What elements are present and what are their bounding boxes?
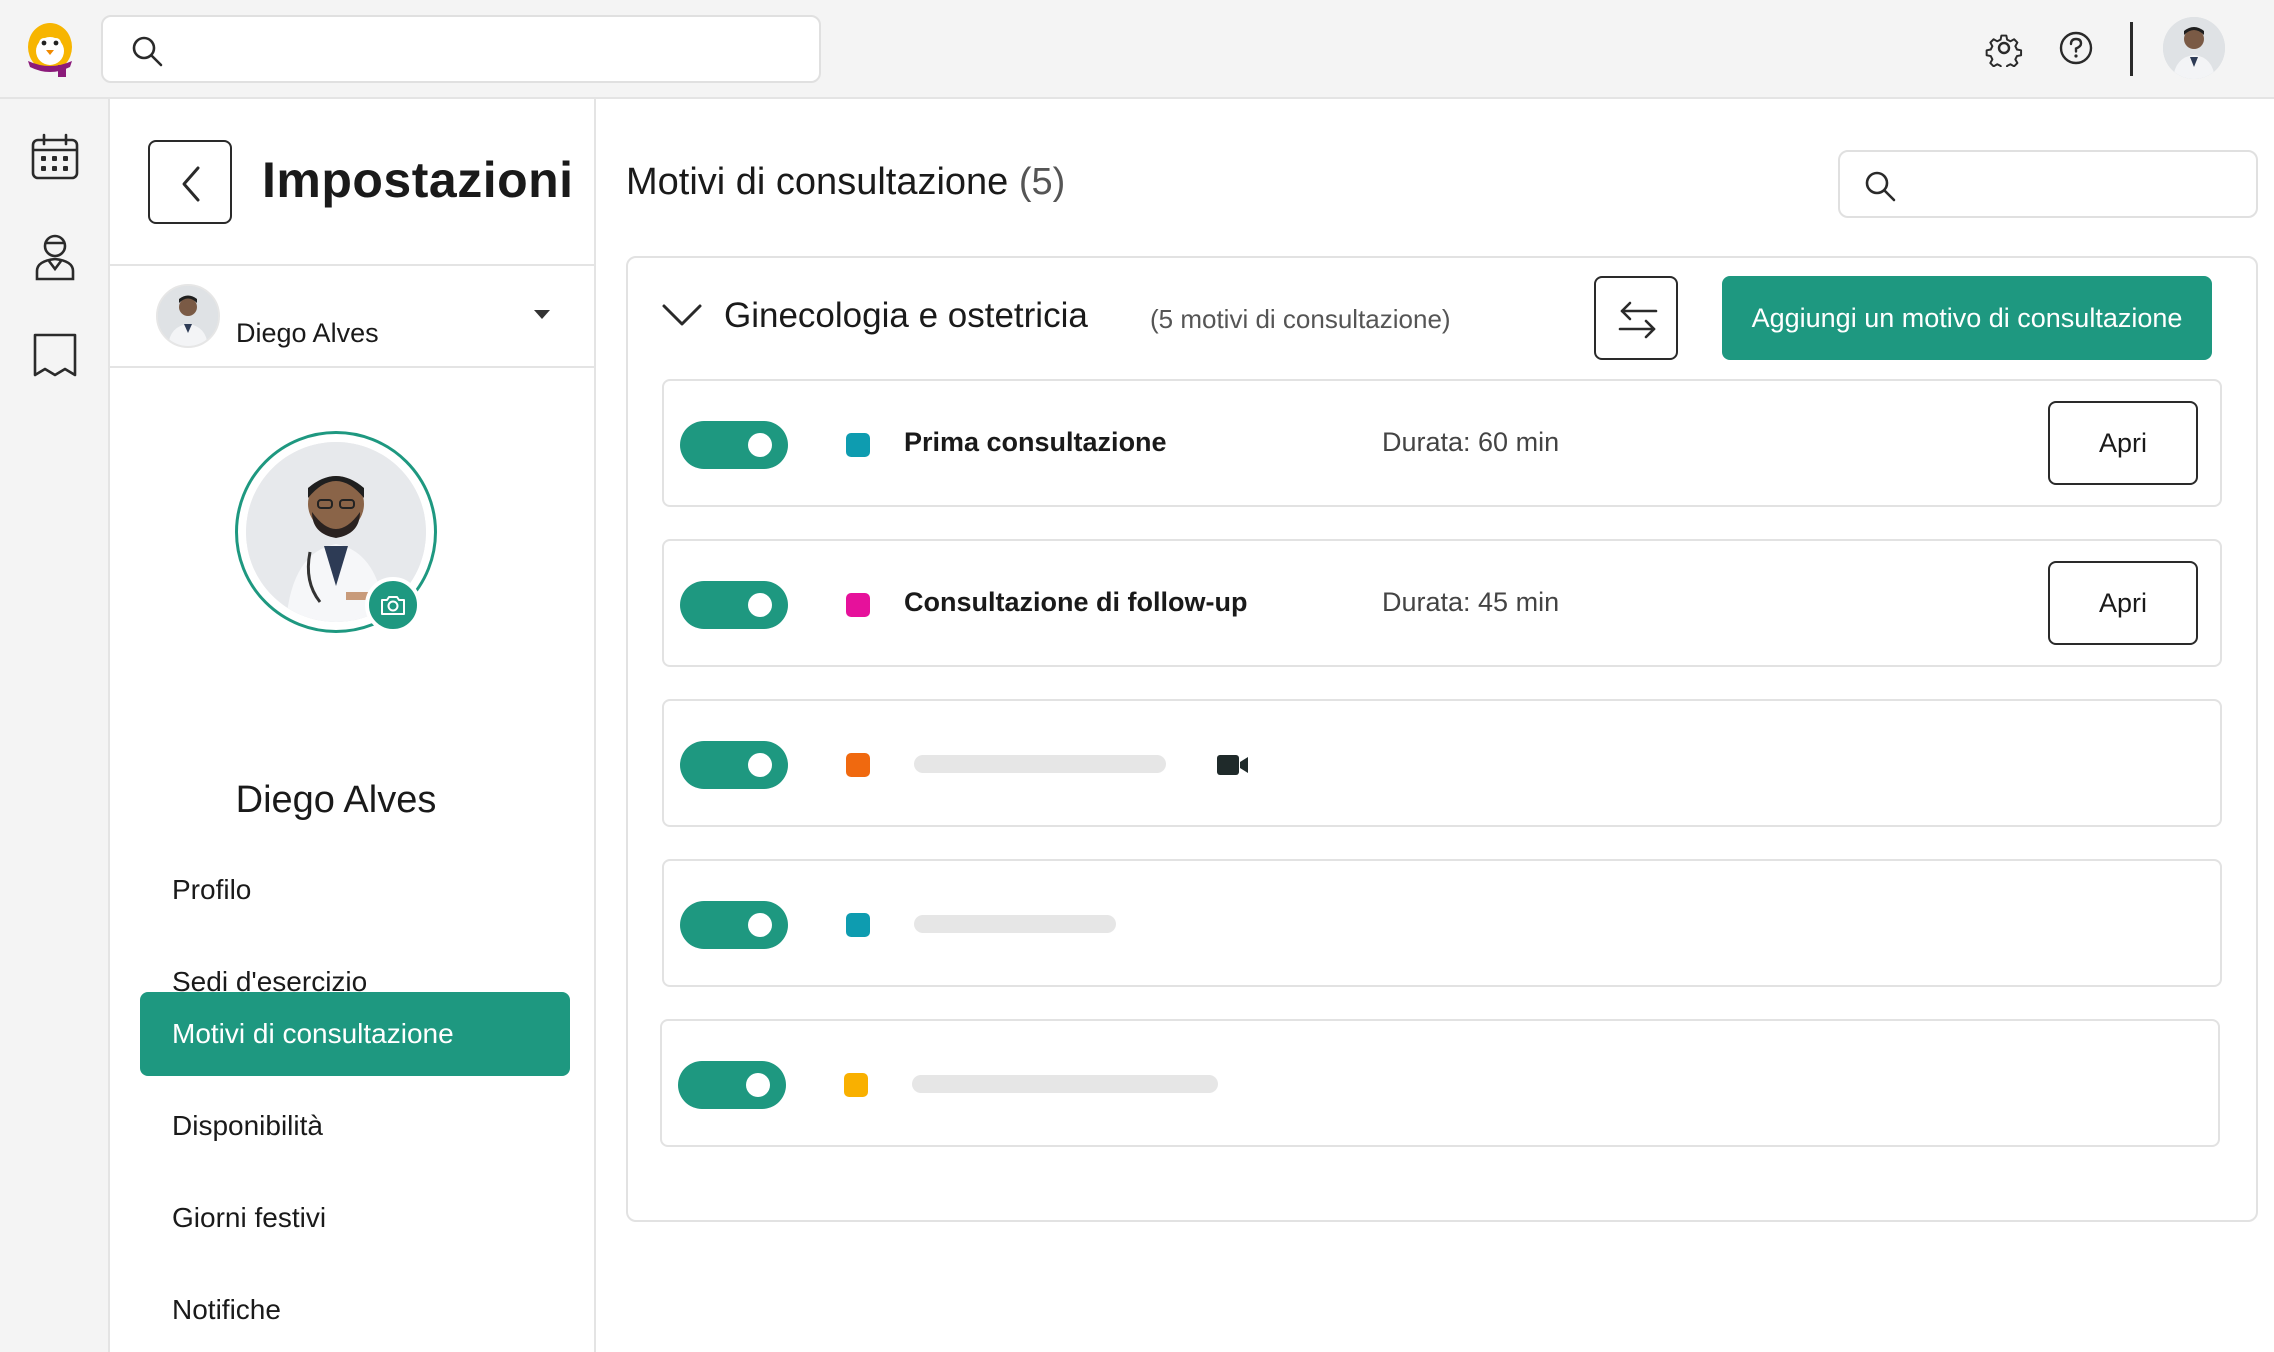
doctor-icon[interactable] bbox=[29, 230, 81, 282]
settings-title: Impostazioni bbox=[262, 152, 574, 208]
skeleton-label bbox=[912, 1075, 1218, 1093]
selected-user-avatar bbox=[156, 284, 220, 348]
reason-label: Prima consultazione bbox=[904, 427, 1167, 457]
chevron-down-icon bbox=[534, 310, 550, 319]
color-dot bbox=[844, 1073, 868, 1097]
reasons-search-box[interactable] bbox=[1838, 150, 2258, 218]
camera-icon[interactable] bbox=[365, 577, 421, 633]
toggle-knob bbox=[748, 913, 772, 937]
enable-toggle[interactable] bbox=[680, 901, 788, 949]
search-icon bbox=[1862, 168, 1898, 204]
toggle-knob bbox=[748, 433, 772, 457]
video-camera-icon bbox=[1216, 753, 1250, 782]
page-title-count: (5) bbox=[1018, 161, 1066, 203]
toggle-knob bbox=[746, 1073, 770, 1097]
global-search-input[interactable] bbox=[183, 27, 803, 73]
top-bar-divider bbox=[2130, 22, 2133, 76]
app-logo[interactable] bbox=[18, 17, 82, 79]
book-icon[interactable] bbox=[29, 329, 81, 381]
toggle-knob bbox=[748, 593, 772, 617]
reason-duration: Durata: 45 min bbox=[1382, 587, 1560, 617]
open-button[interactable]: Apri bbox=[2048, 561, 2198, 645]
group-count: (5 motivi di consultazione) bbox=[1150, 304, 1451, 334]
user-selector[interactable]: Diego Alves bbox=[156, 284, 576, 354]
menu-item-notifiche[interactable]: Notifiche bbox=[140, 1268, 570, 1352]
calendar-icon[interactable] bbox=[29, 132, 81, 184]
skeleton-label bbox=[914, 915, 1116, 933]
color-dot bbox=[846, 433, 870, 457]
divider bbox=[110, 264, 596, 266]
gear-icon[interactable] bbox=[1985, 29, 2023, 71]
reasons-search-input[interactable] bbox=[1912, 162, 2242, 208]
page-title: Motivi di consultazione (5) bbox=[626, 161, 1065, 204]
settings-panel: Impostazioni Diego Alves Diego Alves Pro… bbox=[110, 99, 596, 1352]
toggle-knob bbox=[748, 753, 772, 777]
divider bbox=[110, 366, 596, 368]
profile-name: Diego Alves bbox=[235, 779, 437, 821]
user-avatar[interactable] bbox=[2163, 17, 2225, 79]
help-icon[interactable] bbox=[2057, 29, 2095, 67]
search-icon bbox=[129, 33, 165, 69]
main-content: Motivi di consultazione (5) Ginecologia … bbox=[596, 99, 2274, 1352]
reason-row bbox=[660, 1019, 2220, 1147]
left-nav-rail bbox=[0, 99, 110, 1352]
enable-toggle[interactable] bbox=[678, 1061, 786, 1109]
reason-row bbox=[662, 859, 2222, 987]
global-search-box[interactable] bbox=[101, 15, 821, 83]
back-button[interactable] bbox=[148, 140, 232, 224]
enable-toggle[interactable] bbox=[680, 581, 788, 629]
reason-row: Consultazione di follow-up Durata: 45 mi… bbox=[662, 539, 2222, 667]
menu-item-disponibilita[interactable]: Disponibilità bbox=[140, 1084, 570, 1168]
page-title-text: Motivi di consultazione bbox=[626, 161, 1009, 203]
reason-row: Prima consultazione Durata: 60 min Apri bbox=[662, 379, 2222, 507]
color-dot bbox=[846, 913, 870, 937]
menu-item-profilo[interactable]: Profilo bbox=[140, 848, 570, 932]
color-dot bbox=[846, 593, 870, 617]
reason-duration: Durata: 60 min bbox=[1382, 427, 1560, 457]
reason-label: Consultazione di follow-up bbox=[904, 587, 1248, 617]
menu-item-giorni-festivi[interactable]: Giorni festivi bbox=[140, 1176, 570, 1260]
color-dot bbox=[846, 753, 870, 777]
reason-row bbox=[662, 699, 2222, 827]
reorder-button[interactable] bbox=[1594, 276, 1678, 360]
enable-toggle[interactable] bbox=[680, 421, 788, 469]
open-button[interactable]: Apri bbox=[2048, 401, 2198, 485]
add-reason-button[interactable]: Aggiungi un motivo di consultazione bbox=[1722, 276, 2212, 360]
group-name: Ginecologia e ostetricia bbox=[724, 296, 1088, 335]
enable-toggle[interactable] bbox=[680, 741, 788, 789]
top-bar bbox=[0, 0, 2274, 99]
menu-item-motivi[interactable]: Motivi di consultazione bbox=[140, 992, 570, 1076]
specialty-group-card: Ginecologia e ostetricia (5 motivi di co… bbox=[626, 256, 2258, 1222]
skeleton-label bbox=[914, 755, 1166, 773]
chevron-down-icon[interactable] bbox=[660, 300, 704, 335]
selected-user-name: Diego Alves bbox=[236, 318, 379, 348]
